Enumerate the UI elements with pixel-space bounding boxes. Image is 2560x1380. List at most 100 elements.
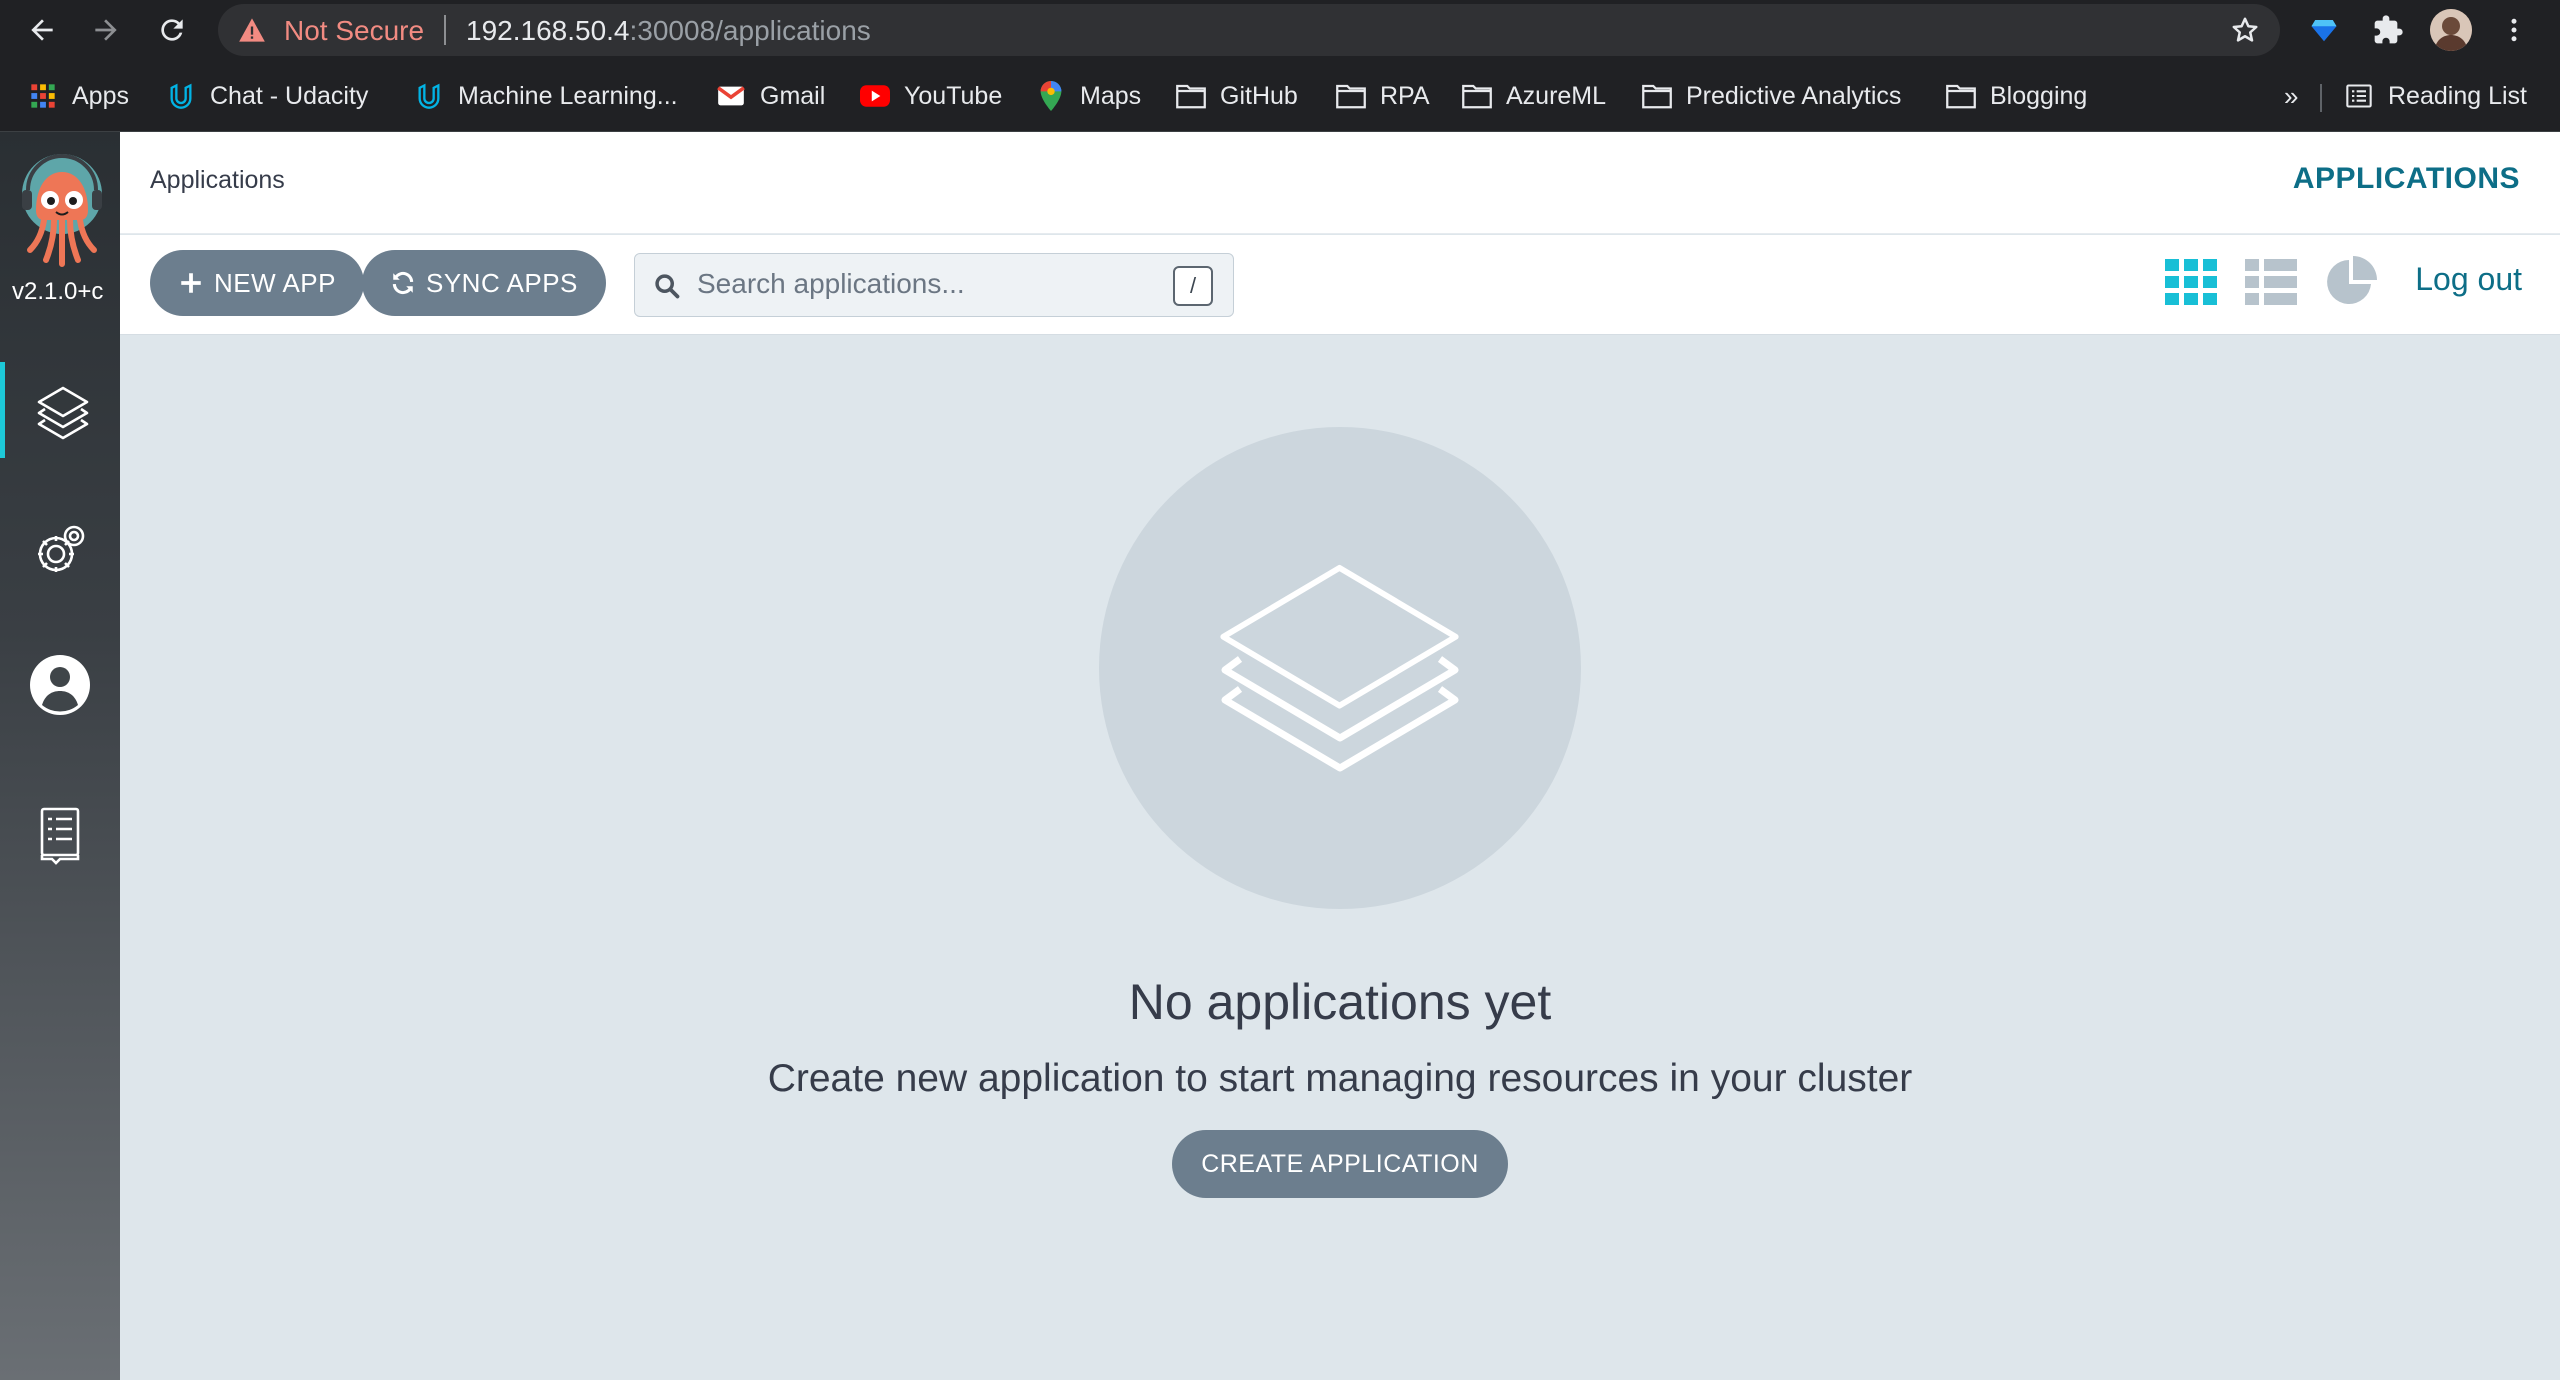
bookmark-label: Apps: [72, 81, 129, 110]
url-text[interactable]: 192.168.50.4:30008/applications: [466, 15, 871, 47]
sidebar-item-applications[interactable]: [0, 362, 120, 458]
gmail-icon: [716, 81, 746, 111]
page-header: Applications APPLICATIONS: [120, 132, 2560, 234]
puzzle-icon: [2374, 15, 2403, 44]
bookmark-maps[interactable]: Maps: [1036, 78, 1141, 114]
browser-menu-button[interactable]: [2496, 12, 2532, 48]
tiles-view-button[interactable]: [2162, 253, 2220, 311]
udacity-icon: [166, 81, 196, 111]
back-icon: [31, 19, 53, 41]
bookmark-gmail[interactable]: Gmail: [716, 78, 825, 114]
main-content: Applications APPLICATIONS NEW APP SYNC A…: [120, 132, 2560, 1380]
sidebar-item-documentation[interactable]: [0, 787, 120, 883]
sidebar-item-user-info[interactable]: [0, 637, 120, 733]
reading-list-button[interactable]: Reading List: [2344, 78, 2527, 114]
search-placeholder: Search applications...: [697, 268, 965, 299]
user-icon: [30, 655, 90, 715]
breadcrumb[interactable]: Applications: [150, 166, 285, 195]
tiles-view-icon: [2165, 259, 2217, 305]
plus-icon: [181, 273, 201, 293]
bookmark-label: YouTube: [904, 81, 1003, 110]
layers-icon: [37, 386, 88, 440]
applications-toolbar: NEW APP SYNC APPS Search applications...…: [120, 235, 2560, 335]
bookmark-label: Maps: [1080, 81, 1142, 110]
folder-icon: [1336, 81, 1366, 111]
docs-icon: [40, 807, 80, 865]
kebab-menu-icon: [2511, 18, 2517, 42]
bookmark-machine-learning[interactable]: Machine Learning...: [414, 78, 678, 114]
folder-icon: [1642, 81, 1672, 111]
bookmarks-divider: [2320, 84, 2322, 112]
bookmark-label: Gmail: [760, 81, 826, 110]
create-application-button[interactable]: CREATE APPLICATION: [1172, 1130, 1508, 1198]
list-view-button[interactable]: [2242, 253, 2300, 311]
bookmark-label: AzureML: [1506, 81, 1607, 110]
list-view-icon: [2245, 259, 2297, 305]
logout-link[interactable]: Log out: [2415, 261, 2522, 298]
sidebar-item-settings[interactable]: [0, 502, 120, 598]
reload-button[interactable]: [152, 10, 192, 50]
bookmark-folder-blogging[interactable]: Blogging: [1946, 78, 2087, 114]
folder-icon: [1176, 81, 1206, 111]
page-title: APPLICATIONS: [2292, 162, 2520, 195]
argo-logo[interactable]: [14, 150, 110, 270]
version-label: v2.1.0+c: [12, 278, 104, 305]
extension-button[interactable]: [2306, 12, 2342, 48]
new-app-label: NEW APP: [214, 267, 336, 298]
sidebar: v2.1.0+c: [0, 132, 120, 1380]
bookmark-apps[interactable]: Apps: [28, 78, 129, 114]
bookmarks-overflow-button[interactable]: »: [2284, 78, 2298, 114]
sync-apps-label: SYNC APPS: [426, 267, 578, 298]
forward-icon: [95, 19, 117, 41]
search-input[interactable]: Search applications... /: [634, 253, 1234, 317]
udacity-icon: [414, 81, 444, 111]
url-host: 192.168.50.4: [466, 15, 630, 46]
bookmark-label: Chat - Udacity: [210, 81, 369, 110]
bookmark-label: Predictive Analytics: [1686, 81, 1902, 110]
bookmark-folder-github[interactable]: GitHub: [1176, 78, 1298, 114]
folder-icon: [1462, 81, 1492, 111]
security-label[interactable]: Not Secure: [284, 15, 424, 47]
address-bar[interactable]: Not Secure 192.168.50.4:30008/applicatio…: [218, 4, 2280, 56]
sync-apps-button[interactable]: SYNC APPS: [362, 250, 606, 316]
bookmark-label: Blogging: [1990, 81, 2088, 110]
new-app-button[interactable]: NEW APP: [150, 250, 364, 316]
reading-list-label: Reading List: [2388, 81, 2527, 110]
bookmark-label: Machine Learning...: [458, 81, 678, 110]
reload-icon: [161, 19, 183, 41]
star-icon[interactable]: [2230, 15, 2260, 45]
back-button[interactable]: [22, 10, 62, 50]
avatar-icon: [2430, 9, 2472, 51]
empty-state-title: No applications yet: [1128, 974, 1552, 1030]
argo-octopus-icon: [22, 154, 102, 267]
extension-gem-icon: [2311, 20, 2337, 42]
maps-pin-icon: [1036, 81, 1066, 111]
bookmark-folder-rpa[interactable]: RPA: [1336, 78, 1430, 114]
browser-toolbar: Not Secure 192.168.50.4:30008/applicatio…: [0, 0, 2560, 60]
forward-button[interactable]: [86, 10, 126, 50]
search-shortcut-key: /: [1173, 266, 1213, 306]
reading-list-icon: [2344, 81, 2374, 111]
search-icon: [655, 274, 680, 299]
profile-avatar[interactable]: [2430, 9, 2472, 51]
bookmark-chat-udacity[interactable]: Chat - Udacity: [166, 78, 368, 114]
gears-icon: [38, 525, 85, 572]
apps-grid-icon: [28, 81, 58, 111]
url-path: :30008/applications: [629, 15, 871, 46]
omnibox-divider: [444, 15, 446, 45]
bookmarks-bar: Apps Chat - Udacity Machine Learning... …: [0, 60, 2560, 132]
empty-state-subtitle: Create new application to start managing…: [767, 1057, 1913, 1100]
summary-view-button[interactable]: [2322, 253, 2380, 311]
bookmark-folder-predictive-analytics[interactable]: Predictive Analytics: [1642, 78, 1901, 114]
bookmark-label: RPA: [1380, 81, 1430, 110]
extensions-menu-button[interactable]: [2370, 12, 2406, 48]
bookmark-folder-azureml[interactable]: AzureML: [1462, 78, 1606, 114]
empty-state-illustration: [1099, 427, 1581, 909]
sync-icon: [392, 271, 414, 295]
warning-icon: [239, 18, 265, 42]
youtube-icon: [860, 81, 890, 111]
bookmark-label: GitHub: [1220, 81, 1298, 110]
bookmark-youtube[interactable]: YouTube: [860, 78, 1002, 114]
folder-icon: [1946, 81, 1976, 111]
layers-icon: [1220, 564, 1459, 772]
